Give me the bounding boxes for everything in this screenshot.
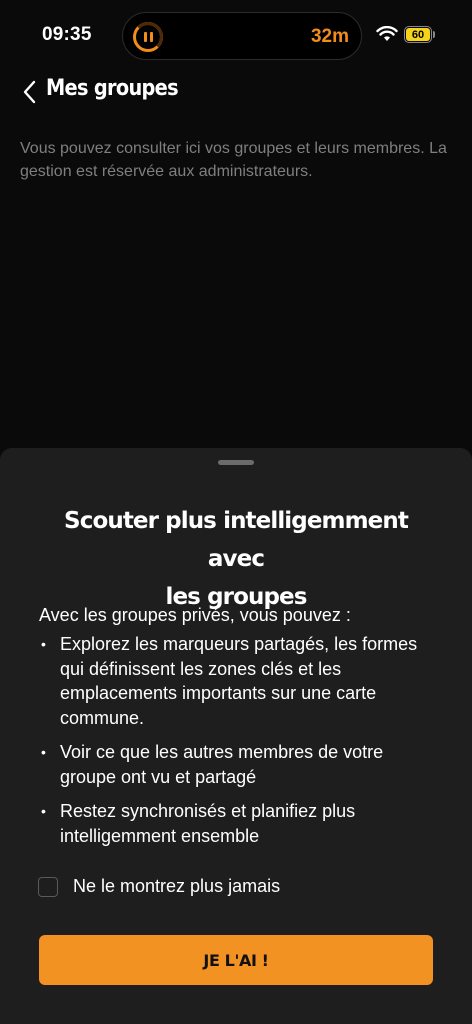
sheet-lead: Avec les groupes privés, vous pouvez :	[39, 605, 351, 625]
navigation-bar: Mes groupes	[0, 72, 472, 112]
activity-duration: 32m	[310, 26, 349, 47]
bullet-icon: •	[41, 636, 46, 652]
feature-item: • Restez synchronisés et planifiez plus …	[39, 799, 439, 848]
confirm-button-label: JE L'AI !	[203, 950, 269, 970]
feature-item: • Voir ce que les autres membres de votr…	[39, 740, 439, 789]
battery-icon: 60	[404, 26, 432, 43]
status-bar: 09:35 32m 60	[0, 0, 472, 72]
feature-list: • Explorez les marqueurs partagés, les f…	[39, 632, 439, 858]
battery-level: 60	[411, 28, 425, 41]
sheet-title-line-1: Scouter plus intelligemment avec	[64, 508, 409, 572]
feature-item: • Explorez les marqueurs partagés, les f…	[39, 632, 439, 730]
confirm-button[interactable]: JE L'AI !	[39, 935, 433, 985]
intro-text: Vous pouvez consulter ici vos groupes et…	[20, 140, 447, 180]
wifi-icon	[376, 26, 398, 41]
sheet-title: Scouter plus intelligemment avec les gro…	[40, 502, 432, 616]
back-button[interactable]	[14, 76, 44, 108]
sheet-grabber[interactable]	[218, 460, 254, 465]
dont-show-again-option[interactable]: Ne le montrez plus jamais	[38, 876, 280, 897]
bottom-sheet: Scouter plus intelligemment avec les gro…	[0, 448, 472, 1024]
dynamic-island-activity[interactable]: 32m	[122, 12, 362, 60]
pause-icon	[133, 22, 163, 52]
feature-text: Explorez les marqueurs partagés, les for…	[60, 634, 418, 728]
feature-text: Voir ce que les autres membres de votre …	[60, 742, 384, 787]
page-title: Mes groupes	[46, 76, 179, 101]
battery-cap	[433, 31, 435, 38]
status-time: 09:35	[42, 24, 92, 45]
chevron-left-icon	[23, 80, 36, 104]
bullet-icon: •	[41, 803, 46, 819]
dont-show-again-label: Ne le montrez plus jamais	[73, 876, 281, 896]
bullet-icon: •	[41, 744, 46, 760]
dont-show-again-checkbox[interactable]	[38, 876, 58, 897]
feature-text: Restez synchronisés et planifiez plus in…	[60, 801, 356, 846]
